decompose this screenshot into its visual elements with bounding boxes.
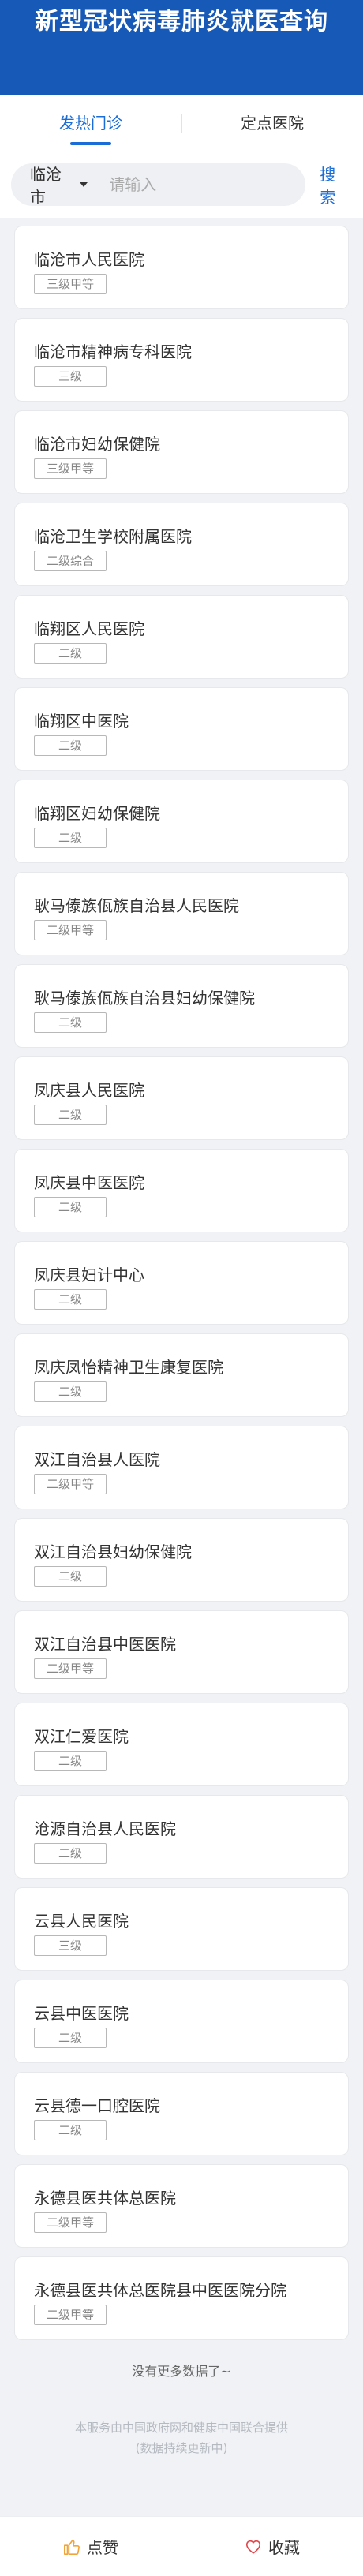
hospital-level-badge: 二级 [34, 1751, 107, 1771]
hospital-level-badge: 二级甲等 [34, 2305, 107, 2325]
hospital-level-badge: 二级 [34, 2028, 107, 2048]
city-selector[interactable]: 临沧市 [30, 162, 88, 208]
hospital-name: 云县人民医院 [34, 1912, 129, 1931]
hospital-card[interactable]: 临沧市精神病专科医院 三级 [14, 318, 349, 402]
hospital-name: 耿马傣族佤族自治县妇幼保健院 [34, 989, 255, 1008]
hospital-card[interactable]: 凤庆县中医医院 二级 [14, 1149, 349, 1232]
hospital-card[interactable]: 双江自治县中医医院 二级甲等 [14, 1610, 349, 1694]
hospital-name: 永德县医共体总医院 [34, 2189, 176, 2208]
hospital-card[interactable]: 凤庆县人民医院 二级 [14, 1056, 349, 1140]
hospital-card[interactable]: 云县中医医院 二级 [14, 1980, 349, 2063]
hospital-level-badge: 三级 [34, 366, 107, 387]
hospital-card[interactable]: 沧源自治县人民医院 二级 [14, 1795, 349, 1879]
chevron-down-icon [80, 182, 88, 187]
search-input[interactable] [109, 169, 306, 200]
hospital-card[interactable]: 耿马傣族佤族自治县妇幼保健院 二级 [14, 964, 349, 1048]
hospital-card[interactable]: 临翔区妇幼保健院 二级 [14, 780, 349, 863]
hospital-name: 凤庆县人民医院 [34, 1081, 144, 1100]
hospital-card[interactable]: 永德县医共体总医院县中医医院分院 二级甲等 [14, 2256, 349, 2340]
hospital-name: 临翔区人民医院 [34, 619, 144, 638]
hospital-level-badge: 二级甲等 [34, 1658, 107, 1679]
search-box: 临沧市 [11, 162, 306, 208]
hospital-level-badge: 二级甲等 [34, 2212, 107, 2233]
hospital-name: 凤庆县中医医院 [34, 1173, 144, 1192]
hospital-name: 云县德一口腔医院 [34, 2096, 160, 2115]
hospital-level-badge: 二级 [34, 1289, 107, 1310]
heart-icon [245, 2540, 261, 2554]
app-header: 新型冠状病毒肺炎就医查询 [0, 0, 363, 95]
thumbs-up-icon [64, 2539, 80, 2555]
hospital-level-badge: 三级 [34, 1935, 107, 1956]
page-title: 新型冠状病毒肺炎就医查询 [35, 8, 328, 36]
hospital-level-badge: 三级甲等 [34, 274, 107, 294]
hospital-card[interactable]: 临翔区人民医院 二级 [14, 595, 349, 679]
footer-line-2: (数据持续更新中) [135, 2441, 228, 2455]
hospital-name: 双江仁爱医院 [34, 1727, 129, 1746]
hospital-card[interactable]: 云县德一口腔医院 二级 [14, 2072, 349, 2155]
hospital-level-badge: 二级 [34, 828, 107, 848]
hospital-level-badge: 二级甲等 [34, 1474, 107, 1494]
hospital-card[interactable]: 临沧市人民医院 三级甲等 [14, 226, 349, 309]
hospital-name: 临沧市人民医院 [34, 250, 144, 269]
hospital-level-badge: 二级 [34, 2120, 107, 2140]
hospital-card[interactable]: 永德县医共体总医院 二级甲等 [14, 2164, 349, 2248]
favorite-label: 收藏 [268, 2538, 300, 2557]
list-end-text: 没有更多数据了~ [132, 2364, 231, 2379]
hospital-name: 临沧卫生学校附属医院 [34, 527, 192, 546]
hospital-name: 永德县医共体总医院县中医医院分院 [34, 2281, 286, 2300]
hospital-level-badge: 二级 [34, 1843, 107, 1864]
like-label: 点赞 [87, 2538, 118, 2557]
bottom-action-bar: 点赞 收藏 [0, 2516, 363, 2576]
hospital-level-badge: 二级 [34, 1197, 107, 1217]
hospital-level-badge: 二级甲等 [34, 920, 107, 940]
hospital-card[interactable]: 凤庆县妇计中心 二级 [14, 1241, 349, 1325]
tab-bar: 发热门诊 定点医院 [0, 95, 363, 151]
hospital-card[interactable]: 临沧卫生学校附属医院 二级综合 [14, 503, 349, 586]
tab-designated-hospital[interactable]: 定点医院 [182, 95, 363, 151]
hospital-level-badge: 二级 [34, 643, 107, 664]
city-label: 临沧市 [30, 165, 62, 207]
hospital-level-badge: 二级综合 [34, 551, 107, 571]
search-button[interactable]: 搜索 [320, 162, 350, 208]
hospital-level-badge: 二级 [34, 1566, 107, 1587]
hospital-list: 临沧市人民医院 三级甲等 临沧市精神病专科医院 三级 临沧市妇幼保健院 三级甲等 临沧卫生学… [0, 218, 363, 2340]
hospital-level-badge: 二级 [34, 1012, 107, 1033]
hospital-name: 双江自治县人医院 [34, 1450, 160, 1469]
hospital-name: 临沧市精神病专科医院 [34, 342, 192, 361]
tab-fever-clinic[interactable]: 发热门诊 [0, 95, 182, 151]
hospital-name: 云县中医医院 [34, 2004, 129, 2023]
hospital-level-badge: 二级 [34, 1381, 107, 1402]
hospital-level-badge: 二级 [34, 1105, 107, 1125]
hospital-card[interactable]: 临沧市妇幼保健院 三级甲等 [14, 410, 349, 494]
hospital-name: 沧源自治县人民医院 [34, 1819, 176, 1838]
hospital-card[interactable]: 双江仁爱医院 二级 [14, 1703, 349, 1786]
hospital-name: 双江自治县妇幼保健院 [34, 1542, 192, 1561]
hospital-card[interactable]: 双江自治县人医院 二级甲等 [14, 1426, 349, 1509]
hospital-name: 凤庆县妇计中心 [34, 1266, 144, 1284]
hospital-name: 耿马傣族佤族自治县人民医院 [34, 896, 239, 915]
hospital-card[interactable]: 云县人民医院 三级 [14, 1887, 349, 1971]
hospital-name: 临沧市妇幼保健院 [34, 435, 160, 454]
footer-note: 本服务由中国政府网和健康中国联合提供 (数据持续更新中) [0, 2417, 363, 2458]
hospital-card[interactable]: 临翔区中医院 二级 [14, 687, 349, 771]
favorite-button[interactable]: 收藏 [182, 2517, 363, 2576]
search-bar: 临沧市 搜索 [0, 151, 363, 218]
hospital-name: 临翔区妇幼保健院 [34, 804, 160, 823]
hospital-level-badge: 三级甲等 [34, 458, 107, 479]
hospital-name: 临翔区中医院 [34, 712, 129, 731]
hospital-card[interactable]: 耿马傣族佤族自治县人民医院 二级甲等 [14, 872, 349, 955]
hospital-card[interactable]: 双江自治县妇幼保健院 二级 [14, 1518, 349, 1602]
footer-line-1: 本服务由中国政府网和健康中国联合提供 [74, 2421, 288, 2435]
hospital-level-badge: 二级 [34, 735, 107, 756]
hospital-name: 双江自治县中医医院 [34, 1635, 176, 1654]
hospital-card[interactable]: 凤庆凤怡精神卫生康复医院 二级 [14, 1333, 349, 1417]
hospital-name: 凤庆凤怡精神卫生康复医院 [34, 1358, 223, 1377]
like-button[interactable]: 点赞 [0, 2517, 182, 2576]
